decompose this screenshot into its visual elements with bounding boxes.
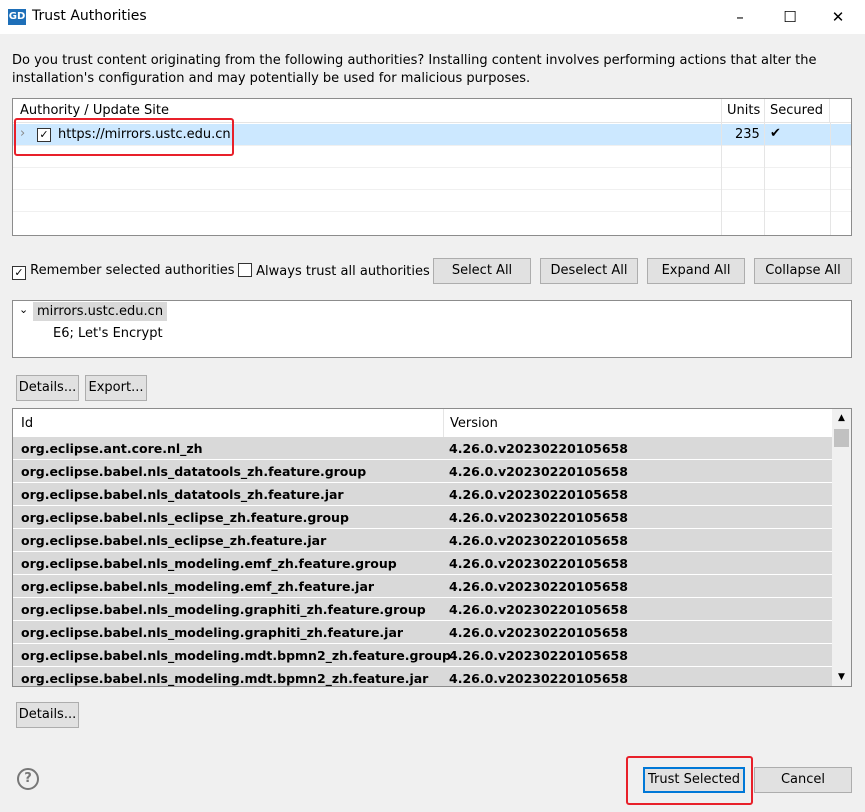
- secured-check-icon: ✔: [770, 126, 781, 141]
- unit-id: org.eclipse.babel.nls_modeling.emf_zh.fe…: [21, 556, 397, 571]
- unit-id: org.eclipse.babel.nls_eclipse_zh.feature…: [21, 510, 349, 525]
- cert-export-button[interactable]: Export...: [85, 375, 147, 401]
- unit-version: 4.26.0.v20230220105658: [449, 648, 628, 663]
- scroll-thumb[interactable]: [834, 429, 849, 447]
- unit-id: org.eclipse.babel.nls_eclipse_zh.feature…: [21, 533, 327, 548]
- unit-id: org.eclipse.babel.nls_datatools_zh.featu…: [21, 464, 367, 479]
- select-all-button[interactable]: Select All: [433, 258, 531, 284]
- unit-id: org.eclipse.babel.nls_modeling.mdt.bpmn2…: [21, 648, 451, 663]
- certificate-tree: ⌄ mirrors.ustc.edu.cn E6; Let's Encrypt: [12, 300, 852, 358]
- checkbox-icon: [238, 263, 252, 277]
- remember-label: Remember selected authorities: [30, 263, 235, 278]
- header-secured[interactable]: Secured: [764, 99, 830, 123]
- table-row[interactable]: org.eclipse.babel.nls_modeling.graphiti_…: [13, 621, 832, 644]
- table-row[interactable]: org.eclipse.babel.nls_modeling.mdt.bpmn2…: [13, 644, 832, 667]
- table-row[interactable]: org.eclipse.babel.nls_datatools_zh.featu…: [13, 460, 832, 483]
- scroll-down-icon[interactable]: ▼: [832, 668, 851, 686]
- authority-units: 235: [735, 127, 760, 142]
- unit-id: org.eclipse.ant.core.nl_zh: [21, 441, 203, 456]
- collapse-all-button[interactable]: Collapse All: [754, 258, 852, 284]
- cert-details-button[interactable]: Details...: [16, 375, 79, 401]
- table-row[interactable]: org.eclipse.babel.nls_modeling.graphiti_…: [13, 598, 832, 621]
- title-bar: GD Trust Authorities – ☐ ✕: [0, 0, 865, 34]
- unit-version: 4.26.0.v20230220105658: [449, 510, 628, 525]
- header-version[interactable]: Version: [443, 409, 498, 437]
- unit-version: 4.26.0.v20230220105658: [449, 625, 628, 640]
- unit-version: 4.26.0.v20230220105658: [449, 556, 628, 571]
- expand-all-button[interactable]: Expand All: [647, 258, 745, 284]
- checkbox-icon: ✓: [12, 266, 26, 280]
- intro-line: Do you trust content originating from th…: [12, 53, 817, 68]
- intro-line: installation's configuration and may pot…: [12, 71, 531, 86]
- intro-text: Do you trust content originating from th…: [12, 52, 816, 88]
- unit-version: 4.26.0.v20230220105658: [449, 441, 628, 456]
- cert-child[interactable]: E6; Let's Encrypt: [53, 326, 163, 341]
- minimize-button[interactable]: –: [720, 4, 760, 30]
- table-row[interactable]: org.eclipse.babel.nls_modeling.mdt.bpmn2…: [13, 667, 832, 686]
- unit-version: 4.26.0.v20230220105658: [449, 464, 628, 479]
- scrollbar[interactable]: ▲ ▼: [832, 409, 851, 686]
- window-title: Trust Authorities: [32, 8, 147, 24]
- unit-id: org.eclipse.babel.nls_modeling.emf_zh.fe…: [21, 579, 375, 594]
- unit-version: 4.26.0.v20230220105658: [449, 671, 628, 686]
- remember-checkbox[interactable]: ✓ Remember selected authorities: [12, 263, 235, 280]
- table-header: Id Version: [13, 409, 832, 437]
- units-table: Id Version org.eclipse.ant.core.nl_zh 4.2…: [12, 408, 852, 687]
- highlight-annotation: [14, 118, 234, 156]
- cancel-button[interactable]: Cancel: [754, 767, 852, 793]
- header-authority[interactable]: Authority / Update Site: [20, 103, 169, 118]
- table-row[interactable]: org.eclipse.babel.nls_datatools_zh.featu…: [13, 483, 832, 506]
- header-id[interactable]: Id: [21, 416, 33, 431]
- highlight-annotation: [626, 756, 753, 805]
- table-row[interactable]: org.eclipse.babel.nls_eclipse_zh.feature…: [13, 529, 832, 552]
- unit-id: org.eclipse.babel.nls_modeling.graphiti_…: [21, 625, 404, 640]
- help-icon[interactable]: ?: [17, 768, 39, 790]
- unit-details-button[interactable]: Details...: [16, 702, 79, 728]
- header-units[interactable]: Units: [721, 99, 764, 123]
- table-row[interactable]: org.eclipse.babel.nls_modeling.emf_zh.fe…: [13, 575, 832, 598]
- unit-id: org.eclipse.babel.nls_datatools_zh.featu…: [21, 487, 344, 502]
- always-trust-label: Always trust all authorities: [256, 264, 430, 279]
- unit-version: 4.26.0.v20230220105658: [449, 579, 628, 594]
- scroll-up-icon[interactable]: ▲: [832, 409, 851, 427]
- unit-id: org.eclipse.babel.nls_modeling.mdt.bpmn2…: [21, 671, 429, 686]
- table-row[interactable]: org.eclipse.babel.nls_modeling.emf_zh.fe…: [13, 552, 832, 575]
- close-button[interactable]: ✕: [818, 4, 858, 30]
- unit-version: 4.26.0.v20230220105658: [449, 602, 628, 617]
- always-trust-checkbox[interactable]: Always trust all authorities: [238, 263, 430, 279]
- table-row[interactable]: org.eclipse.ant.core.nl_zh 4.26.0.v202302…: [13, 437, 832, 460]
- unit-version: 4.26.0.v20230220105658: [449, 487, 628, 502]
- app-icon: GD: [8, 9, 26, 25]
- cert-root[interactable]: mirrors.ustc.edu.cn: [33, 302, 168, 321]
- deselect-all-button[interactable]: Deselect All: [540, 258, 638, 284]
- collapse-chevron-icon[interactable]: ⌄: [19, 303, 28, 316]
- maximize-button[interactable]: ☐: [770, 4, 810, 30]
- table-row[interactable]: org.eclipse.babel.nls_eclipse_zh.feature…: [13, 506, 832, 529]
- unit-id: org.eclipse.babel.nls_modeling.graphiti_…: [21, 602, 426, 617]
- unit-version: 4.26.0.v20230220105658: [449, 533, 628, 548]
